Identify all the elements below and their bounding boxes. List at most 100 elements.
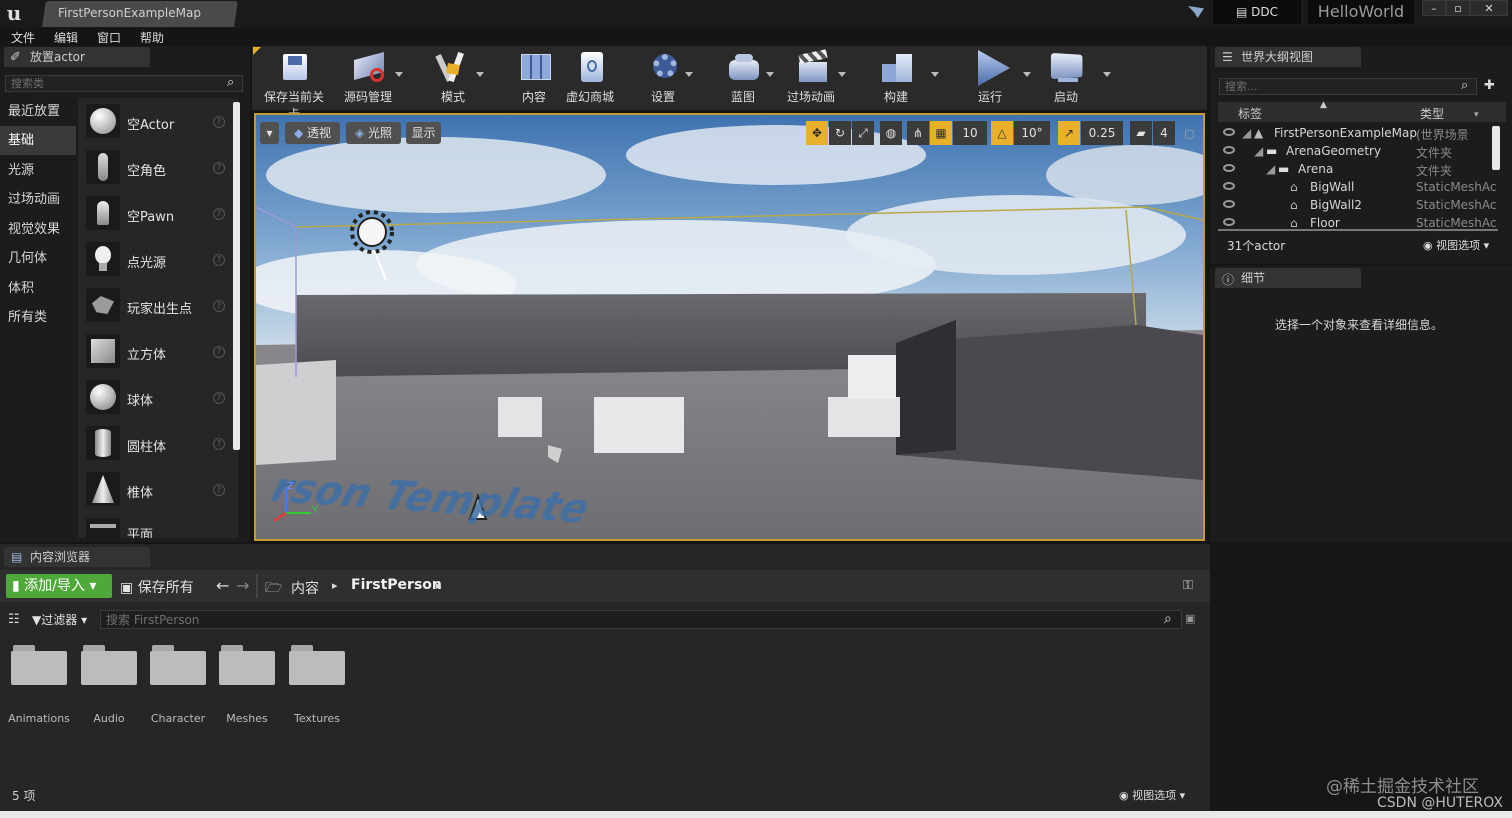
category-basic[interactable]: 基础 [0, 126, 76, 155]
help-icon[interactable]: ? [213, 254, 225, 266]
lit-button[interactable]: ◈ 光照 [346, 122, 401, 144]
content-search-input[interactable]: 搜索 FirstPerson [100, 610, 1182, 629]
path-separator-icon[interactable]: ▸ [436, 579, 442, 592]
outliner-view-options-button[interactable]: ◉ 视图选项 ▾ [1423, 237, 1489, 253]
help-icon[interactable]: ? [213, 392, 225, 404]
close-button[interactable]: ✕ [1470, 0, 1508, 16]
ddc-button[interactable]: ▤ DDC [1213, 0, 1301, 24]
category-geometry[interactable]: 几何体 [0, 244, 76, 273]
visibility-eye-icon[interactable] [1223, 128, 1235, 136]
visibility-eye-icon[interactable] [1223, 218, 1235, 226]
marketplace-button[interactable]: 虚幻商城 [555, 50, 625, 106]
save-search-icon[interactable]: ▣ [1185, 612, 1195, 625]
maximize-button[interactable]: ▫ [1446, 0, 1470, 16]
outliner-row[interactable]: ◢ ▬ ArenaGeometry 文件夹 [1218, 142, 1506, 160]
place-item-cube[interactable]: 立方体? [80, 330, 230, 376]
column-options-icon[interactable]: ▾ [1474, 110, 1479, 120]
world-outliner-tab[interactable]: 世界大纲视图 [1215, 47, 1361, 67]
forward-arrow-icon[interactable]: → [236, 576, 249, 595]
place-item-point-light[interactable]: 点光源? [80, 238, 230, 284]
place-actor-tab[interactable]: 放置actor [4, 47, 150, 67]
visibility-eye-icon[interactable] [1223, 182, 1235, 190]
folder-character[interactable] [150, 645, 206, 685]
menu-file[interactable]: 文件 [11, 29, 35, 46]
outliner-col-type[interactable]: 类型 [1420, 105, 1444, 122]
expander-icon[interactable]: ◢ [1242, 126, 1251, 140]
help-icon[interactable]: ? [213, 300, 225, 312]
place-item-empty-pawn[interactable]: 空Pawn? [80, 192, 230, 238]
outliner-row[interactable]: ◢ ▲ FirstPersonExampleMap (世界场景 [1218, 124, 1506, 142]
outliner-row[interactable]: ⌂ Floor StaticMeshAc [1218, 214, 1506, 229]
class-search-input[interactable]: 搜索类 [5, 75, 243, 92]
place-item-player-start[interactable]: 玩家出生点? [80, 284, 230, 330]
place-item-sphere[interactable]: 球体? [80, 376, 230, 422]
source-control-button[interactable]: 源码管理 [333, 50, 403, 106]
rotation-snap-icon[interactable]: △ [991, 121, 1013, 145]
outliner-search-input[interactable]: 搜索... [1219, 78, 1477, 95]
details-tab[interactable]: 细节 [1215, 268, 1361, 288]
help-icon[interactable]: ? [213, 438, 225, 450]
grid-snap-icon[interactable]: ▦ [930, 121, 952, 145]
translate-tool-icon[interactable]: ✥ [806, 121, 828, 145]
save-all-button[interactable]: ▣ 保存所有 [120, 577, 194, 597]
show-button[interactable]: 显示 [406, 122, 441, 144]
place-item-empty-actor[interactable]: 空Actor? [80, 100, 230, 146]
build-button[interactable]: 构建 [861, 50, 939, 106]
blueprint-button[interactable]: 蓝图 [708, 50, 778, 106]
path-current[interactable]: FirstPerson [351, 577, 442, 593]
place-item-cylinder[interactable]: 圆柱体? [80, 422, 230, 468]
help-icon[interactable]: ? [213, 208, 225, 220]
minimize-button[interactable]: – [1422, 0, 1446, 16]
scale-snap-value[interactable]: 0.25 [1081, 121, 1123, 145]
scale-tool-icon[interactable]: ⤢ [852, 121, 874, 145]
back-arrow-icon[interactable]: ← [216, 576, 229, 595]
grid-snap-value[interactable]: 10 [953, 121, 987, 145]
camera-speed-icon[interactable]: ▰ [1130, 121, 1152, 145]
launch-button[interactable]: 启动 [1031, 50, 1111, 106]
place-list-scrollbar[interactable] [233, 102, 240, 450]
perspective-button[interactable]: ◆ 透视 [285, 122, 340, 144]
lock-icon[interactable]: ⚿ [1183, 578, 1193, 593]
menu-edit[interactable]: 编辑 [54, 29, 78, 46]
content-browser-tab[interactable]: 内容浏览器 [4, 547, 150, 567]
place-item-cone[interactable]: 椎体? [80, 468, 230, 514]
save-level-button[interactable]: 保存当前关卡 [259, 50, 329, 121]
add-import-button[interactable]: ▮ 添加/导入 ▾ [6, 574, 112, 598]
world-coordinates-icon[interactable]: ◍ [880, 121, 902, 145]
help-icon[interactable]: ? [213, 484, 225, 496]
path-separator-icon[interactable]: ▸ [332, 579, 338, 592]
expander-icon[interactable]: ◢ [1266, 162, 1275, 176]
maximize-viewport-icon[interactable]: ▢ [1184, 127, 1194, 140]
camera-speed-value[interactable]: 4 [1153, 121, 1175, 145]
sources-panel-icon[interactable]: ☷ [8, 612, 20, 627]
add-icon[interactable]: ✚ [1484, 78, 1495, 93]
unreal-logo-icon[interactable]: u [2, 1, 26, 25]
category-volumes[interactable]: 体积 [0, 274, 76, 303]
filters-button[interactable]: ▼过滤器 ▾ [32, 611, 87, 628]
menu-help[interactable]: 帮助 [140, 29, 164, 46]
outliner-row[interactable]: ⌂ BigWall2 StaticMeshAc [1218, 196, 1506, 214]
help-icon[interactable]: ? [213, 162, 225, 174]
help-icon[interactable]: ? [213, 116, 225, 128]
visibility-eye-icon[interactable] [1223, 146, 1235, 154]
outliner-col-label[interactable]: 标签 [1238, 105, 1262, 122]
outliner-row[interactable]: ⌂ BigWall StaticMeshAc [1218, 178, 1506, 196]
folder-textures[interactable] [289, 645, 345, 685]
level-viewport[interactable]: rson Template Z Y [254, 113, 1205, 541]
place-item-plane[interactable]: 平面 [80, 514, 230, 538]
category-cinematic[interactable]: 过场动画 [0, 185, 76, 214]
outliner-scrollbar[interactable] [1492, 126, 1500, 170]
rotate-tool-icon[interactable]: ↻ [829, 121, 851, 145]
outliner-row[interactable]: ◢ ▬ Arena 文件夹 [1218, 160, 1506, 178]
scale-snap-icon[interactable]: ↗ [1058, 121, 1080, 145]
folder-meshes[interactable] [219, 645, 275, 685]
category-lights[interactable]: 光源 [0, 156, 76, 185]
category-all-classes[interactable]: 所有类 [0, 303, 76, 332]
surface-snap-icon[interactable]: ⋔ [907, 121, 929, 145]
help-icon[interactable]: ? [213, 346, 225, 358]
category-visual-effects[interactable]: 视觉效果 [0, 215, 76, 244]
folder-animations[interactable] [11, 645, 67, 685]
visibility-eye-icon[interactable] [1223, 200, 1235, 208]
category-recent[interactable]: 最近放置 [0, 97, 76, 126]
settings-button[interactable]: 设置 [628, 50, 698, 106]
